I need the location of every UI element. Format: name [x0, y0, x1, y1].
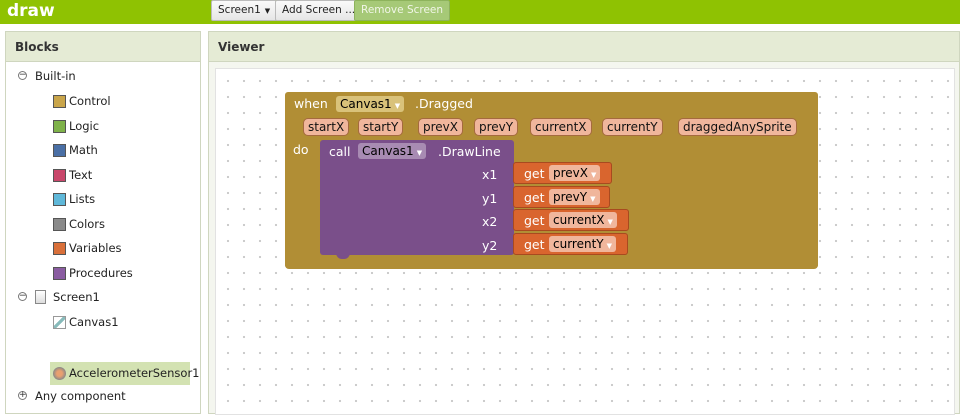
chevron-down-icon: ▼: [394, 102, 401, 110]
get-variable-label: currentY: [553, 237, 604, 251]
variables-drawer-icon: [53, 242, 66, 255]
event-when-label: when: [294, 96, 328, 111]
call-component-dropdown[interactable]: Canvas1 ▼: [358, 143, 427, 159]
tree-item-lists[interactable]: Lists: [53, 189, 95, 209]
tree-item-builtin[interactable]: − Built-in: [16, 66, 196, 86]
event-block-bottom: [285, 257, 818, 269]
chevron-down-icon: ▼: [607, 218, 613, 226]
get-variable-dropdown[interactable]: prevX ▼: [549, 165, 601, 181]
collapse-icon[interactable]: −: [18, 292, 27, 301]
get-variable-label: currentX: [553, 213, 605, 227]
get-variable-label: prevX: [553, 166, 588, 180]
tree-item-text[interactable]: Text: [53, 165, 92, 185]
top-bar: draw Screen1 ▼ Add Screen ... Remove Scre…: [0, 0, 960, 24]
chevron-down-icon: ▼: [416, 149, 423, 157]
add-screen-button[interactable]: Add Screen ...: [275, 0, 363, 21]
get-label: get: [524, 190, 545, 205]
control-drawer-icon: [53, 95, 66, 108]
tree-item-screen1-label: Screen1: [53, 290, 100, 304]
get-block-prevx[interactable]: get prevX ▼: [513, 162, 612, 184]
arg-label-x2: x2: [482, 214, 498, 229]
screen-select-dropdown[interactable]: Screen1 ▼: [211, 0, 278, 21]
chevron-down-icon: ▼: [591, 171, 597, 179]
blocks-panel: Blocks − Built-in Control Logic Math Tex…: [5, 31, 201, 414]
tree-item-label: Colors: [69, 217, 106, 231]
lists-drawer-icon: [53, 193, 66, 206]
get-variable-dropdown[interactable]: currentX ▼: [549, 212, 617, 228]
arg-label-x1: x1: [482, 167, 498, 182]
tree-item-label: Text: [69, 168, 93, 182]
colors-drawer-icon: [53, 218, 66, 231]
event-param[interactable]: prevX: [418, 118, 463, 136]
event-name-label: .Dragged: [415, 96, 473, 111]
get-block-prevy[interactable]: get prevY ▼: [513, 186, 610, 208]
tree-item-control[interactable]: Control: [53, 91, 111, 111]
collapse-icon[interactable]: −: [18, 71, 27, 80]
tree-item-label: AccelerometerSensor1: [69, 366, 200, 380]
tree-item-math[interactable]: Math: [53, 140, 98, 160]
call-label: call: [329, 144, 351, 159]
math-drawer-icon: [53, 144, 66, 157]
tree-item-label: Math: [69, 143, 98, 157]
logic-drawer-icon: [53, 120, 66, 133]
canvas-icon: [53, 316, 66, 329]
arg-label-y2: y2: [482, 238, 498, 253]
tree-item-screen1[interactable]: − Screen1: [16, 287, 196, 307]
get-label: get: [524, 166, 545, 181]
expand-icon[interactable]: +: [18, 391, 27, 400]
get-label: get: [524, 213, 545, 228]
tree-item-colors[interactable]: Colors: [53, 214, 105, 234]
get-label: get: [524, 237, 545, 252]
blocks-panel-title: Blocks: [6, 32, 200, 62]
procedures-drawer-icon: [53, 267, 66, 280]
text-drawer-icon: [53, 169, 66, 182]
chevron-down-icon: ▼: [264, 7, 271, 15]
event-param[interactable]: startX: [303, 118, 350, 136]
event-component-label: Canvas1: [340, 97, 392, 111]
viewer-title: Viewer: [209, 32, 959, 62]
event-param[interactable]: startY: [358, 118, 404, 136]
call-component-label: Canvas1: [362, 144, 414, 158]
remove-screen-button[interactable]: Remove Screen: [354, 0, 451, 21]
project-title: draw: [7, 1, 55, 21]
arg-label-y1: y1: [482, 191, 498, 206]
tree-item-any-component[interactable]: + Any component: [16, 386, 196, 406]
tree-item-any-component-label: Any component: [35, 389, 126, 403]
tree-item-label: Lists: [69, 192, 96, 206]
call-method-label: .DrawLine: [438, 144, 501, 159]
get-block-currenty[interactable]: get currentY ▼: [513, 233, 628, 255]
screen-icon: [35, 290, 46, 304]
get-variable-label: prevY: [553, 190, 588, 204]
event-param[interactable]: prevY: [474, 118, 519, 136]
screen-select-label: Screen1: [218, 4, 261, 16]
tree-item-procedures[interactable]: Procedures: [53, 263, 133, 283]
tree-item-accelerometersensor1[interactable]: AccelerometerSensor1: [50, 362, 200, 385]
tree-item-label: Logic: [69, 119, 100, 133]
event-param[interactable]: currentY: [602, 118, 663, 136]
chevron-down-icon: ▼: [590, 195, 596, 203]
tree-item-label: Procedures: [69, 266, 133, 280]
tree-item-label: Control: [69, 94, 111, 108]
event-component-dropdown[interactable]: Canvas1 ▼: [336, 96, 405, 112]
event-do-label: do: [293, 142, 309, 157]
event-param[interactable]: currentX: [530, 118, 592, 136]
event-param[interactable]: draggedAnySprite: [678, 118, 797, 136]
sensor-icon: [53, 367, 66, 380]
tree-item-variables[interactable]: Variables: [53, 238, 122, 258]
tree-item-label: Variables: [69, 241, 122, 255]
get-variable-dropdown[interactable]: prevY ▼: [549, 189, 600, 205]
tree-item-canvas1[interactable]: Canvas1: [53, 312, 119, 332]
tree-item-logic[interactable]: Logic: [53, 116, 99, 136]
chevron-down-icon: ▼: [606, 242, 613, 250]
tree-item-label: Canvas1: [69, 315, 119, 329]
get-block-currentx[interactable]: get currentX ▼: [513, 209, 629, 231]
get-variable-dropdown[interactable]: currentY ▼: [549, 236, 617, 252]
tree-item-builtin-label: Built-in: [35, 69, 76, 83]
